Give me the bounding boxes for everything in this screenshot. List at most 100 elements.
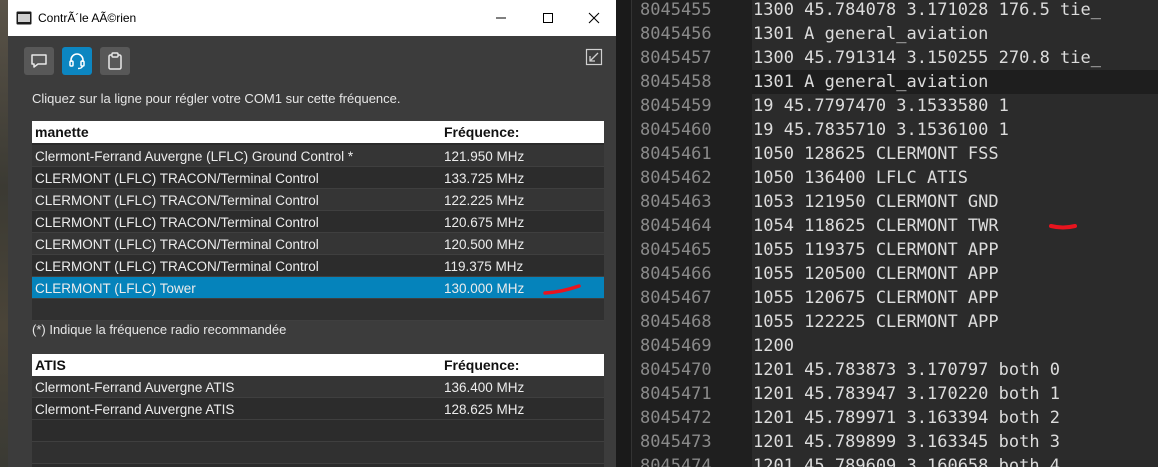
title-bar[interactable]: ContrÃ´le AÃ©rien: [8, 0, 616, 36]
chat-tab-button[interactable]: [24, 47, 54, 75]
code-line[interactable]: 1300 45.784078 3.171028 176.5 tie_: [753, 0, 1101, 20]
station-frequency: 120.500 MHz: [444, 237, 525, 252]
line-number: 8045463: [640, 192, 712, 212]
line-number: 8045465: [640, 240, 712, 260]
popout-button[interactable]: [585, 48, 603, 66]
code-line[interactable]: 1054 118625 CLERMONT TWR: [753, 216, 999, 236]
toolbar: [8, 36, 616, 86]
line-number: 8045466: [640, 264, 712, 284]
checklist-tab-button[interactable]: [100, 47, 130, 75]
column-header-name: manette: [35, 124, 89, 140]
table-header: ATIS Fréquence:: [32, 354, 604, 376]
code-line[interactable]: 1301 A general_aviation: [753, 24, 988, 44]
station-frequency: 136.400 MHz: [444, 380, 525, 395]
close-button[interactable]: [571, 0, 617, 36]
atc-tab-button[interactable]: [62, 47, 92, 75]
code-line[interactable]: 1055 120500 CLERMONT APP: [753, 264, 999, 284]
table-row[interactable]: CLERMONT (LFLC) TRACON/Terminal Control …: [32, 233, 604, 255]
code-line[interactable]: 1201 45.783873 3.170797 both 0: [753, 360, 1060, 380]
station-name: CLERMONT (LFLC) Tower: [35, 281, 196, 296]
code-line[interactable]: 1050 128625 CLERMONT FSS: [753, 144, 999, 164]
line-number: 8045455: [640, 0, 712, 20]
atc-window: ContrÃ´le AÃ©rien Cliquez sur la ligne p…: [8, 0, 616, 467]
headset-icon: [69, 53, 85, 70]
table-row[interactable]: CLERMONT (LFLC) TRACON/Terminal Control …: [32, 211, 604, 233]
code-line[interactable]: 1201 45.783947 3.170220 both 1: [753, 384, 1060, 404]
code-line[interactable]: 1055 119375 CLERMONT APP: [753, 240, 999, 260]
station-name: CLERMONT (LFLC) TRACON/Terminal Control: [35, 215, 319, 230]
table-row[interactable]: Clermont-Ferrand Auvergne ATIS 128.625 M…: [32, 398, 604, 420]
station-name: Clermont-Ferrand Auvergne ATIS: [35, 380, 235, 395]
line-number: 8045457: [640, 48, 712, 68]
station-frequency: 122.225 MHz: [444, 193, 525, 208]
atis-table: ATIS Fréquence: Clermont-Ferrand Auvergn…: [32, 354, 604, 467]
red-annotation-mark: [542, 283, 582, 302]
table-row-selected[interactable]: CLERMONT (LFLC) Tower 130.000 MHz: [32, 277, 604, 299]
line-number: 8045459: [640, 96, 712, 116]
column-header-frequency: Fréquence:: [444, 357, 520, 373]
code-line[interactable]: 1055 120675 CLERMONT APP: [753, 288, 999, 308]
line-number: 8045458: [640, 72, 712, 92]
station-frequency: 120.675 MHz: [444, 215, 525, 230]
line-number: 8045471: [640, 384, 712, 404]
code-line[interactable]: 1055 122225 CLERMONT APP: [753, 312, 999, 332]
minimize-icon: [496, 17, 506, 19]
code-line[interactable]: 19 45.7797470 3.1533580 1: [753, 96, 1009, 116]
line-number: 8045469: [640, 336, 712, 356]
popout-icon: [585, 48, 603, 66]
text-editor[interactable]: 8045455 1300 45.784078 3.171028 176.5 tie…: [616, 0, 1158, 467]
code-line[interactable]: 1201 45.789609 3.160658 both 4: [753, 456, 1060, 467]
code-line[interactable]: 1200: [753, 336, 794, 356]
close-icon: [588, 12, 600, 24]
maximize-button[interactable]: [525, 0, 571, 36]
station-frequency: 133.725 MHz: [444, 171, 525, 186]
table-header: manette Fréquence:: [32, 121, 604, 143]
line-number: 8045472: [640, 408, 712, 428]
recommended-note: (*) Indique la fréquence radio recommand…: [32, 322, 287, 337]
station-name: CLERMONT (LFLC) TRACON/Terminal Control: [35, 237, 319, 252]
station-frequency: 130.000 MHz: [444, 281, 525, 296]
line-number: 8045467: [640, 288, 712, 308]
station-frequency: 121.950 MHz: [444, 149, 525, 164]
station-frequency: 119.375 MHz: [444, 259, 524, 274]
column-header-atis: ATIS: [35, 357, 66, 373]
maximize-icon: [543, 13, 553, 23]
line-number: 8045461: [640, 144, 712, 164]
line-number: 8045470: [640, 360, 712, 380]
line-number: 8045460: [640, 120, 712, 140]
table-row[interactable]: Clermont-Ferrand Auvergne ATIS 136.400 M…: [32, 376, 604, 398]
line-number: 8045474: [640, 456, 712, 467]
table-row[interactable]: CLERMONT (LFLC) TRACON/Terminal Control …: [32, 189, 604, 211]
code-line[interactable]: 1053 121950 CLERMONT GND: [753, 192, 999, 212]
speech-bubble-icon: [31, 54, 47, 68]
empty-row: [32, 442, 604, 464]
code-line[interactable]: 1050 136400 LFLC ATIS: [753, 168, 968, 188]
window-title: ContrÃ´le AÃ©rien: [38, 11, 137, 25]
station-name: Clermont-Ferrand Auvergne ATIS: [35, 402, 235, 417]
station-name: CLERMONT (LFLC) TRACON/Terminal Control: [35, 193, 319, 208]
line-number: 8045464: [640, 216, 712, 236]
frequency-table: manette Fréquence: Clermont-Ferrand Auve…: [32, 121, 604, 321]
clipboard-icon: [108, 52, 122, 70]
minimize-button[interactable]: [478, 0, 524, 36]
code-line[interactable]: 1201 45.789971 3.163394 both 2: [753, 408, 1060, 428]
empty-row: [32, 420, 604, 442]
instruction-text: Cliquez sur la ligne pour régler votre C…: [32, 91, 401, 106]
editor-edge: [616, 0, 632, 467]
code-line[interactable]: 1301 A general_aviation: [753, 72, 988, 92]
table-row[interactable]: CLERMONT (LFLC) TRACON/Terminal Control …: [32, 167, 604, 189]
table-row[interactable]: CLERMONT (LFLC) TRACON/Terminal Control …: [32, 255, 604, 277]
column-header-frequency: Fréquence:: [444, 124, 520, 140]
line-number: 8045468: [640, 312, 712, 332]
empty-row: [32, 299, 604, 321]
table-row[interactable]: Clermont-Ferrand Auvergne (LFLC) Ground …: [32, 145, 604, 167]
code-line[interactable]: 1300 45.791314 3.150255 270.8 tie_: [753, 48, 1101, 68]
line-number: 8045456: [640, 24, 712, 44]
code-line[interactable]: 19 45.7835710 3.1536100 1: [753, 120, 1009, 140]
background-scenery: [0, 0, 8, 467]
code-line[interactable]: 1201 45.789899 3.163345 both 3: [753, 432, 1060, 452]
station-name: CLERMONT (LFLC) TRACON/Terminal Control: [35, 171, 319, 186]
line-number: 8045473: [640, 432, 712, 452]
station-name: Clermont-Ferrand Auvergne (LFLC) Ground …: [35, 149, 354, 164]
line-number: 8045462: [640, 168, 712, 188]
